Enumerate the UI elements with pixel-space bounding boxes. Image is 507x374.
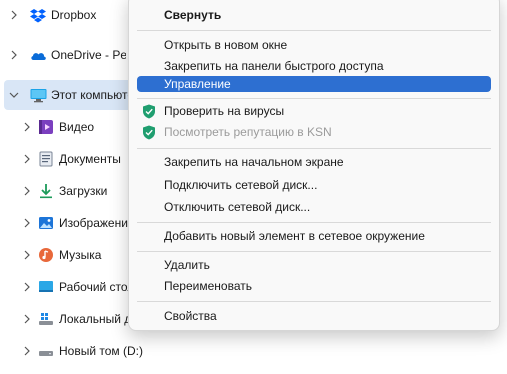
menu-item-label: Свернуть bbox=[164, 8, 222, 22]
nav-item-new-volume-d[interactable]: Новый том (D:) bbox=[4, 336, 154, 366]
desktop-icon bbox=[38, 279, 54, 295]
nav-item-label: Новый том (D:) bbox=[59, 344, 143, 358]
menu-item-properties[interactable]: Свойства bbox=[137, 306, 491, 327]
menu-item-label: Посмотреть репутацию в KSN bbox=[164, 125, 332, 139]
menu-separator bbox=[137, 222, 491, 223]
dropbox-icon bbox=[30, 7, 46, 23]
documents-icon bbox=[38, 151, 54, 167]
menu-item-label: Подключить сетевой диск... bbox=[164, 178, 318, 192]
menu-separator bbox=[137, 30, 491, 31]
chevron-right-icon[interactable] bbox=[19, 336, 35, 366]
music-icon bbox=[38, 247, 54, 263]
menu-item-open-new-window[interactable]: Открыть в новом окне bbox=[137, 35, 491, 56]
menu-item-label: Закрепить на начальном экране bbox=[164, 155, 344, 169]
menu-item-label: Проверить на вирусы bbox=[164, 104, 285, 118]
menu-item-label: Переименовать bbox=[164, 279, 252, 293]
chevron-right-icon[interactable] bbox=[19, 304, 35, 334]
kaspersky-shield-icon bbox=[142, 104, 156, 119]
menu-item-collapse[interactable]: Свернуть bbox=[137, 5, 491, 26]
menu-item-rename[interactable]: Переименовать bbox=[137, 276, 491, 297]
chevron-right-icon[interactable] bbox=[6, 40, 22, 70]
menu-item-label: Открыть в новом окне bbox=[164, 38, 288, 52]
video-icon bbox=[38, 119, 54, 135]
drive-icon bbox=[38, 311, 54, 327]
pictures-icon bbox=[38, 215, 54, 231]
chevron-right-icon[interactable] bbox=[19, 144, 35, 174]
nav-item-label: OneDrive - Personal bbox=[51, 48, 126, 62]
menu-item-label: Удалить bbox=[164, 258, 210, 272]
chevron-right-icon[interactable] bbox=[19, 272, 35, 302]
nav-item-label: Рабочий стол bbox=[59, 280, 131, 294]
menu-separator bbox=[137, 98, 491, 99]
chevron-right-icon[interactable] bbox=[19, 176, 35, 206]
menu-item-pin-quick-access[interactable]: Закрепить на панели быстрого доступа bbox=[137, 56, 491, 77]
menu-item-map-network-drive[interactable]: Подключить сетевой диск... bbox=[137, 175, 491, 196]
nav-item-label: Локальный диск (C:) bbox=[59, 312, 131, 326]
menu-item-manage[interactable]: Управление bbox=[137, 76, 491, 92]
menu-item-add-network-location[interactable]: Добавить новый элемент в сетевое окружен… bbox=[137, 226, 491, 247]
onedrive-icon bbox=[30, 47, 46, 63]
menu-item-label: Закрепить на панели быстрого доступа bbox=[164, 59, 384, 73]
chevron-right-icon[interactable] bbox=[19, 240, 35, 270]
menu-item-label: Отключить сетевой диск... bbox=[164, 200, 311, 214]
chevron-right-icon[interactable] bbox=[19, 208, 35, 238]
chevron-right-icon[interactable] bbox=[6, 0, 22, 30]
nav-item-label: Этот компьютер bbox=[51, 88, 129, 102]
menu-item-scan-viruses[interactable]: Проверить на вирусы bbox=[137, 101, 491, 122]
menu-item-check-ksn[interactable]: Посмотреть репутацию в KSN bbox=[137, 122, 491, 143]
kaspersky-shield-icon bbox=[142, 125, 156, 140]
menu-separator bbox=[137, 251, 491, 252]
menu-item-label: Добавить новый элемент в сетевое окружен… bbox=[164, 229, 425, 243]
menu-item-pin-start[interactable]: Закрепить на начальном экране bbox=[137, 152, 491, 173]
menu-item-disconnect-network-drive[interactable]: Отключить сетевой диск... bbox=[137, 197, 491, 218]
menu-item-label: Управление bbox=[164, 77, 231, 91]
chevron-down-icon[interactable] bbox=[6, 80, 22, 110]
menu-item-delete[interactable]: Удалить bbox=[137, 255, 491, 276]
menu-separator bbox=[137, 301, 491, 302]
chevron-right-icon[interactable] bbox=[19, 112, 35, 142]
downloads-icon bbox=[38, 183, 54, 199]
context-menu: Свернуть Открыть в новом окне Закрепить … bbox=[128, 0, 500, 331]
computer-icon bbox=[30, 87, 47, 103]
menu-item-label: Свойства bbox=[164, 309, 217, 323]
menu-separator bbox=[137, 148, 491, 149]
drive-icon bbox=[38, 343, 54, 359]
